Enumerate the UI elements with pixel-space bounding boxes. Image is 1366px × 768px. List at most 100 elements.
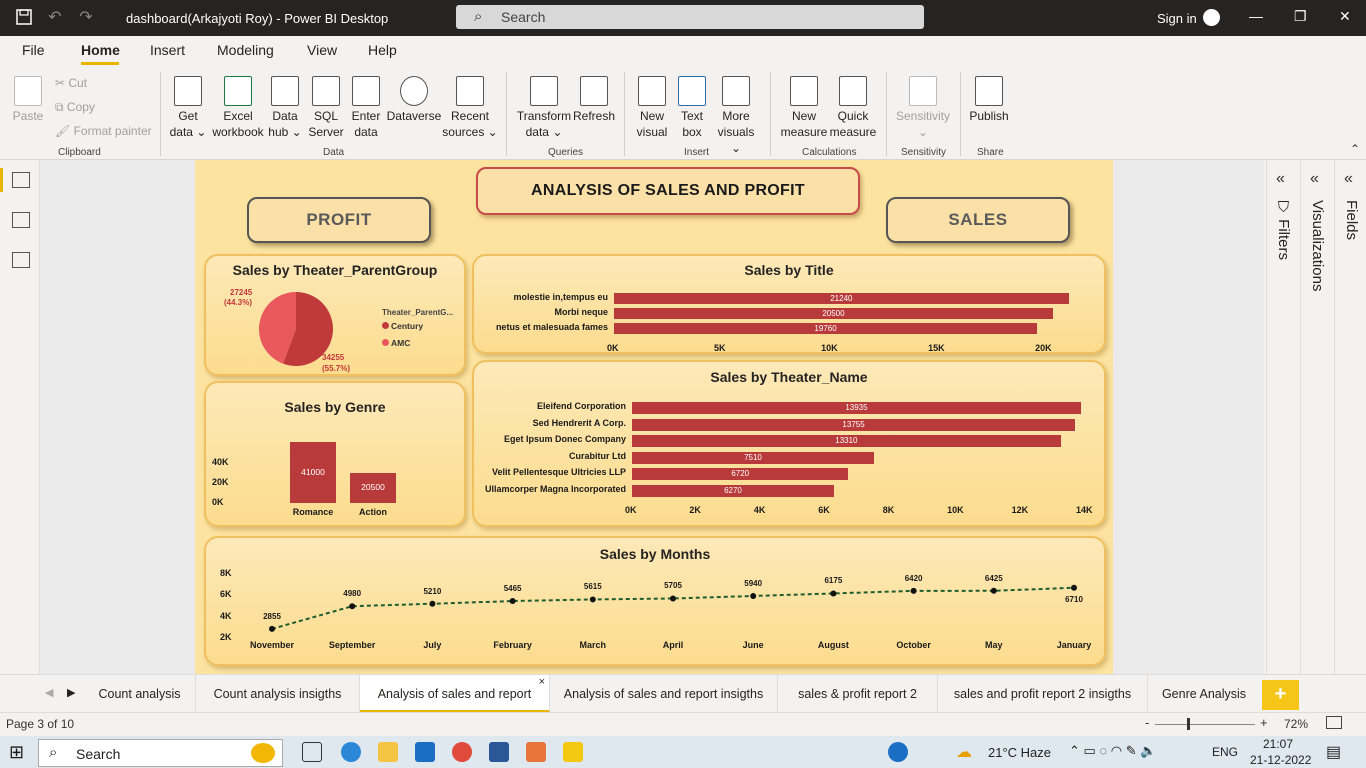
edge-icon[interactable] <box>341 742 361 762</box>
tab-count-analysis-insigths[interactable]: Count analysis insigths <box>196 675 360 713</box>
quick-measure-button[interactable]: Quick measure <box>828 76 878 140</box>
copy-button[interactable]: ⧉ Copy <box>55 100 95 115</box>
tab-genre-analysis[interactable]: Genre Analysis <box>1148 675 1260 713</box>
pie-chart-card[interactable]: Sales by Theater_ParentGroup Theater_Par… <box>204 254 466 376</box>
data-point[interactable] <box>589 596 596 603</box>
visualizations-pane[interactable]: « Visualizations <box>1300 160 1334 674</box>
task-view-icon[interactable] <box>302 742 322 762</box>
filters-pane[interactable]: « ⛉ Filters <box>1266 160 1300 674</box>
mail-icon[interactable] <box>415 742 435 762</box>
windows-start-icon[interactable]: ⊞ <box>9 742 24 763</box>
sales-by-theater-card[interactable]: Sales by Theater_Name Eleifend Corporati… <box>472 360 1106 527</box>
sign-in-link[interactable]: Sign in <box>1157 11 1197 26</box>
sql-server-button[interactable]: SQL Server <box>306 76 346 140</box>
text-box-button[interactable]: Text box <box>672 76 712 140</box>
enter-data-button[interactable]: Enter data <box>346 76 386 140</box>
data-point[interactable] <box>509 598 516 605</box>
taskbar-search-input[interactable]: ⌕ Search <box>38 739 283 767</box>
transform-data-button[interactable]: Transform data ⌄ <box>514 76 574 140</box>
excel-workbook-button[interactable]: Excel workbook <box>210 76 266 140</box>
tab-count-analysis[interactable]: Count analysis <box>84 675 196 713</box>
legend-item-century[interactable]: Century <box>382 321 423 331</box>
data-point[interactable] <box>429 600 436 607</box>
close-tab-icon[interactable]: × <box>539 663 545 701</box>
undo-icon[interactable]: ↶ <box>45 8 65 28</box>
refresh-button[interactable]: Refresh <box>572 76 616 124</box>
data-hub-button[interactable]: Data hub ⌄ <box>266 76 304 140</box>
get-data-button[interactable]: Get data ⌄ <box>168 76 208 140</box>
tab-sales-profit-report-2-insigths[interactable]: sales and profit report 2 insigths <box>938 675 1148 713</box>
menu-file[interactable]: File <box>22 42 45 58</box>
sales-button[interactable]: SALES <box>886 197 1070 243</box>
avatar[interactable] <box>1203 9 1220 26</box>
zoom-slider[interactable] <box>1155 724 1255 725</box>
chrome-icon[interactable] <box>452 742 472 762</box>
profit-button[interactable]: PROFIT <box>247 197 431 243</box>
menu-modeling[interactable]: Modeling <box>217 42 274 58</box>
sales-by-title-card[interactable]: Sales by Title molestie in,tempus eu 2124… <box>472 254 1106 354</box>
data-point[interactable] <box>750 592 757 599</box>
sales-by-genre-card[interactable]: Sales by Genre 41000 Romance 20500 Action 40… <box>204 381 466 527</box>
help-icon[interactable] <box>888 742 908 762</box>
collapse-visualizations-icon[interactable]: « <box>1310 170 1319 188</box>
word-icon[interactable] <box>489 742 509 762</box>
search-input[interactable]: ⌕ Search <box>456 5 924 29</box>
data-point[interactable] <box>670 595 676 602</box>
clock-date[interactable]: 21-12-2022 <box>1250 753 1311 767</box>
report-view-icon[interactable] <box>12 172 30 188</box>
tab-sales-profit-report-2[interactable]: sales & profit report 2 <box>778 675 938 713</box>
menu-home[interactable]: Home <box>81 42 120 58</box>
zoom-level[interactable]: 72% <box>1284 717 1308 731</box>
sensitivity-button[interactable]: Sensitivity ⌄ <box>892 76 954 140</box>
tab-analysis-of-sales-insigths[interactable]: Analysis of sales and report insigths <box>550 675 778 713</box>
tab-analysis-of-sales-and-report[interactable]: Analysis of sales and report × <box>360 675 550 713</box>
language-indicator[interactable]: ENG <box>1212 745 1238 759</box>
file-explorer-icon[interactable] <box>378 742 398 762</box>
more-visuals-button[interactable]: More visuals ⌄ <box>712 76 760 156</box>
java-icon[interactable] <box>526 742 546 762</box>
pie-data-label-amc-pct: (44.3%) <box>224 298 253 307</box>
tray-icons[interactable]: ⌃ ▭ ◌ ◠ ✎ 🔈 <box>1069 743 1156 759</box>
zoom-out-icon[interactable]: - <box>1145 715 1149 730</box>
notifications-icon[interactable]: ▤ <box>1326 742 1341 762</box>
add-page-button[interactable]: + <box>1262 680 1299 710</box>
recent-sources-button[interactable]: Recent sources ⌄ <box>442 76 498 140</box>
menu-view[interactable]: View <box>307 42 337 58</box>
maximize-icon[interactable]: ❐ <box>1294 8 1307 25</box>
data-view-icon[interactable] <box>12 212 30 228</box>
tab-scroll-left-icon[interactable]: ◀ <box>45 686 53 699</box>
fit-to-page-icon[interactable] <box>1326 716 1342 729</box>
data-point[interactable] <box>990 587 997 594</box>
zoom-slider-thumb[interactable] <box>1187 718 1190 730</box>
close-icon[interactable]: ✕ <box>1339 8 1351 25</box>
fields-pane[interactable]: « Fields <box>1334 160 1366 674</box>
collapse-ribbon-icon[interactable]: ⌃ <box>1350 142 1360 156</box>
data-point[interactable] <box>830 590 837 597</box>
redo-icon[interactable]: ↷ <box>76 8 96 28</box>
format-painter-button[interactable]: 🖌 Format painter <box>55 124 152 138</box>
tab-scroll-right-icon[interactable]: ▶ <box>67 686 75 699</box>
new-measure-button[interactable]: New measure <box>778 76 830 140</box>
collapse-fields-icon[interactable]: « <box>1344 170 1353 188</box>
paste-button[interactable]: Paste <box>10 76 46 124</box>
power-bi-icon[interactable] <box>563 742 583 762</box>
menu-insert[interactable]: Insert <box>150 42 185 58</box>
dataverse-button[interactable]: Dataverse <box>386 76 442 124</box>
data-point[interactable] <box>1071 584 1077 591</box>
clock-time[interactable]: 21:07 <box>1263 737 1293 751</box>
collapse-filters-icon[interactable]: « <box>1276 170 1285 188</box>
data-point[interactable] <box>269 625 275 632</box>
new-visual-button[interactable]: New visual <box>632 76 672 140</box>
minimize-icon[interactable]: — <box>1249 8 1263 24</box>
publish-button[interactable]: Publish <box>966 76 1012 124</box>
cut-button[interactable]: ✂ Cut <box>55 76 87 90</box>
data-point[interactable] <box>349 603 356 610</box>
sales-by-months-card[interactable]: Sales by Months 2855 November 4980 Septembe… <box>204 536 1106 666</box>
data-point[interactable] <box>910 587 917 594</box>
legend-item-amc[interactable]: AMC <box>382 338 410 348</box>
save-icon[interactable] <box>14 8 34 28</box>
weather-text[interactable]: 21°C Haze <box>988 745 1051 760</box>
menu-help[interactable]: Help <box>368 42 397 58</box>
model-view-icon[interactable] <box>12 252 30 268</box>
zoom-in-icon[interactable]: + <box>1260 715 1268 730</box>
